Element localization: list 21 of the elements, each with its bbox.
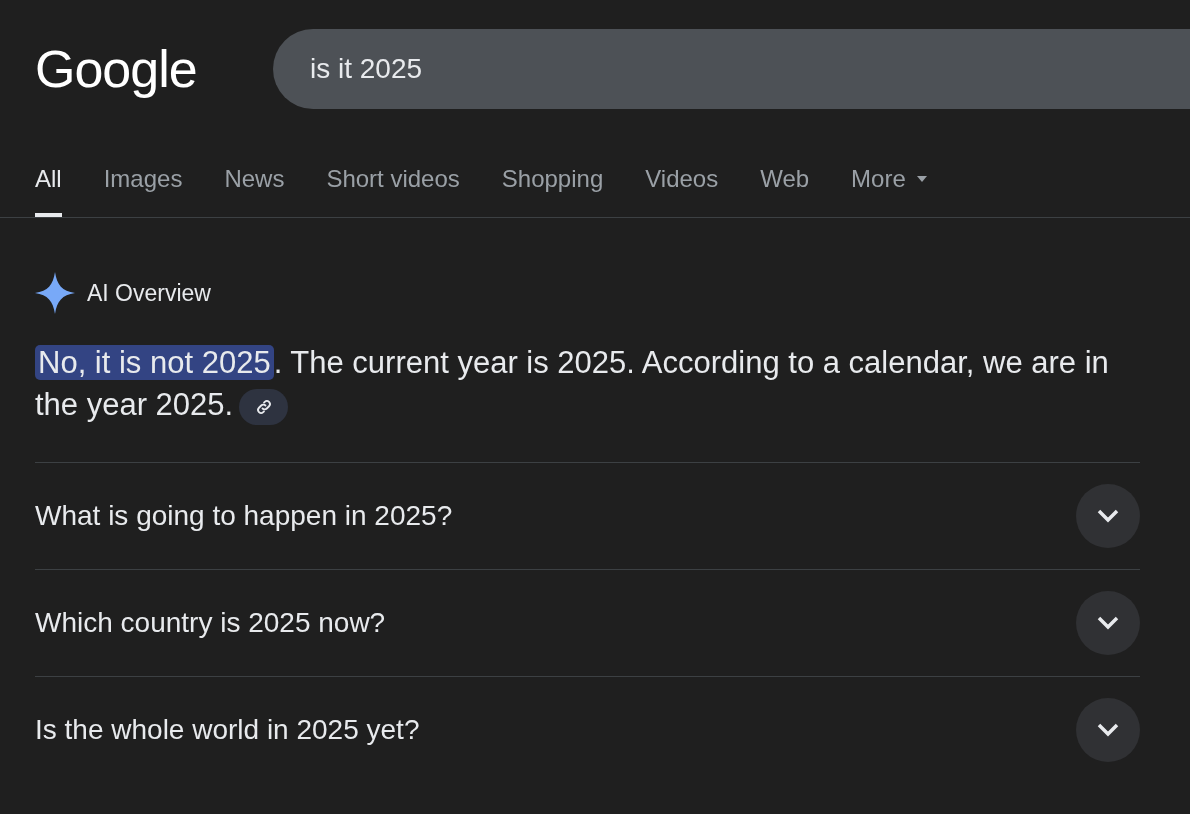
chevron-down-icon (1097, 616, 1119, 630)
chevron-down-icon (1097, 723, 1119, 737)
answer-text: No, it is not 2025. The current year is 2025. According to a calendar, we are in the year 2025. (35, 342, 1140, 426)
caret-icon (915, 175, 928, 183)
tab[interactable]: Shopping (501, 161, 604, 217)
sparkle-icon (35, 272, 75, 314)
search-field[interactable]: is it 2025 (273, 29, 1190, 109)
tab[interactable]: More (851, 161, 928, 217)
link-button[interactable] (239, 388, 289, 425)
question-text: Is the whole world in 2025 yet? (35, 714, 420, 746)
chevron-down-icon (1097, 509, 1119, 523)
tab[interactable]: Short videos (326, 161, 460, 217)
question-text: Which country is 2025 now? (35, 607, 386, 639)
tab[interactable]: Images (103, 161, 183, 217)
tab[interactable]: All (35, 161, 62, 217)
link-icon (254, 397, 273, 416)
tab[interactable]: News (224, 161, 285, 217)
tab[interactable]: Web (760, 161, 810, 217)
question-text: What is going to happen in 2025? (35, 500, 453, 532)
tab[interactable]: Videos (645, 161, 719, 217)
section-title: AI Overview (87, 279, 211, 307)
